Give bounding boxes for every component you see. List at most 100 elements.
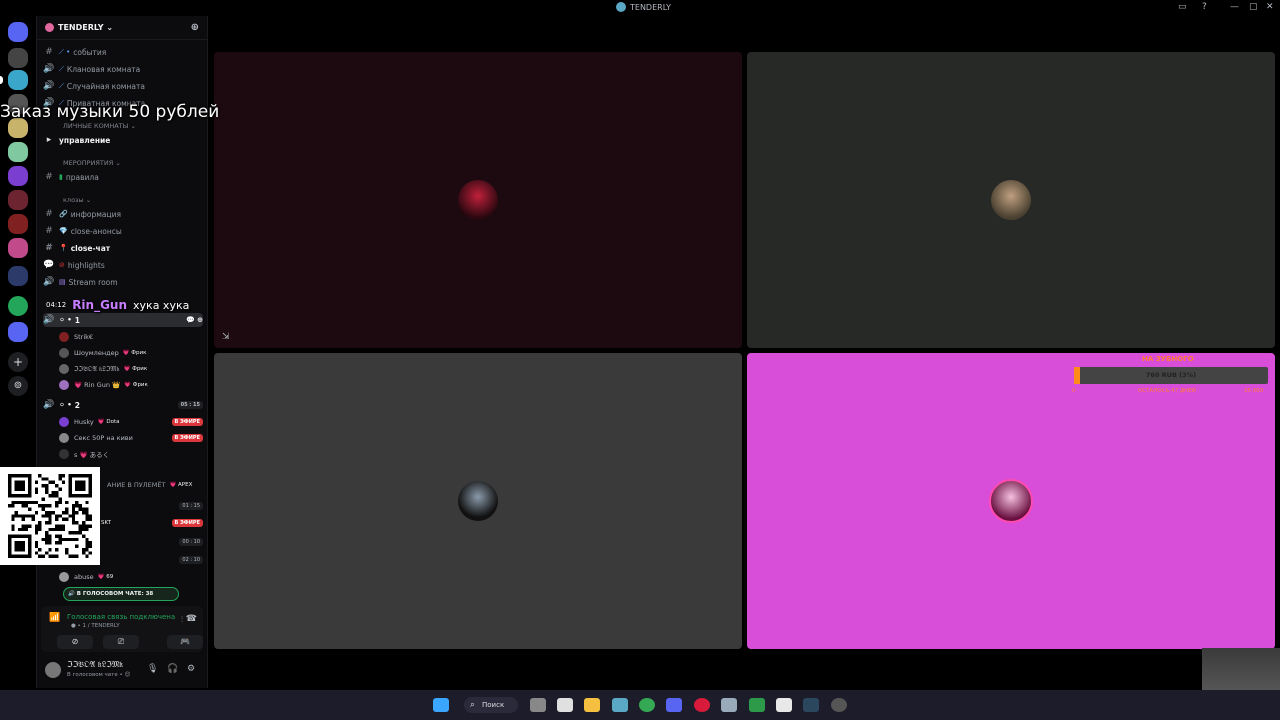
task-view-icon[interactable] (530, 698, 546, 712)
server-icon[interactable] (8, 48, 28, 68)
donation-remaining: ОСТАЛОСЬ 47 ДНЕЙ (1138, 388, 1196, 394)
channel-close-announcements[interactable]: # 💎 close-анонсы (43, 224, 203, 238)
close-button[interactable]: ✕ (1266, 2, 1274, 12)
voice-member[interactable]: 💗 Rin Gun 👑 💗 Фрик (59, 378, 203, 392)
hash-icon: # (45, 226, 53, 236)
speaker-icon: 🔊 (43, 81, 55, 91)
voice-channel-2[interactable]: 🔊 ⚪ • 2 05 : 15 (43, 398, 203, 412)
channel-highlights[interactable]: 💬 ⊘ highlights (43, 258, 203, 272)
file-explorer-icon[interactable] (584, 698, 600, 712)
voice-channel-3[interactable]: АНИЕ В ПУЛЕМЁТ 💗 APEX (107, 478, 203, 492)
channel-info[interactable]: # 🔗 информация (43, 207, 203, 221)
maximize-button[interactable]: ▢ (1249, 2, 1258, 12)
server-header[interactable]: TENDERLY ⌄ ⊕ (37, 16, 207, 40)
channel-label: Случайная комната (66, 81, 145, 91)
help-icon[interactable]: ? (1202, 2, 1207, 12)
voice-status[interactable]: Голосовая связь подключена (67, 613, 175, 621)
voice-member[interactable]: Strik€ (59, 330, 203, 344)
noise-suppression-icon[interactable]: ⫶ (181, 615, 183, 625)
video-tile[interactable] (214, 353, 742, 649)
server-icon[interactable] (8, 322, 28, 342)
server-icon[interactable] (8, 238, 28, 258)
server-icon[interactable] (8, 214, 28, 234)
server-icon[interactable] (8, 266, 28, 286)
in-voice-chat-pill[interactable]: 🔊 В ГОЛОСОВОМ ЧАТЕ: 38 (63, 587, 179, 601)
channel-stream-room[interactable]: 🔊 ▤ Stream room (43, 275, 203, 289)
channel-manage[interactable]: ▸ управление (43, 133, 203, 147)
video-tile[interactable]: ⇲ (214, 52, 742, 348)
taskbar: ⌕ Поиск (0, 690, 1280, 720)
tenderly-app-icon[interactable] (612, 698, 628, 712)
channel-clan-room[interactable]: 🔊 ⟋ Клановая комната (43, 62, 203, 76)
in-voice-chat-label: 🔊 В ГОЛОСОВОМ ЧАТЕ: 38 (68, 591, 154, 597)
direct-messages-icon[interactable] (8, 22, 28, 42)
add-server-icon[interactable]: + (8, 352, 28, 372)
channel-label: 1 (74, 315, 80, 325)
pin-icon[interactable]: ⇲ (222, 332, 230, 342)
voice-member[interactable]: s 💗 あるく (59, 447, 203, 461)
discord-icon[interactable] (666, 698, 682, 712)
speaker-icon: 🔊 (43, 64, 55, 74)
channel-close-chat[interactable]: # 📍 close-чат (43, 241, 203, 255)
avatar[interactable] (45, 662, 61, 678)
camera-off-button[interactable]: ⊘ (57, 635, 93, 649)
voice-member[interactable]: ℑℑ𝔅𝔒𝔄 𝔨𝔏ℑ𝔐𝔨 💗 Фрик (59, 362, 203, 376)
avatar (59, 364, 69, 374)
avatar (991, 180, 1031, 220)
obs-icon[interactable] (831, 698, 847, 712)
voice-channel-1[interactable]: 🔊 ⚪ • 1 💬 ⊕ (43, 313, 203, 327)
screen-share-button[interactable]: ⎚ (103, 635, 139, 649)
video-tile[interactable] (747, 353, 1275, 649)
member-name: abuse (74, 573, 94, 581)
server-name: TENDERLY ⌄ (58, 23, 114, 32)
channel-events[interactable]: # ⟋ • события (43, 45, 203, 59)
microphone-icon[interactable]: 🎙 (147, 664, 158, 674)
channel-rules[interactable]: # ▮ правила (43, 170, 203, 184)
voice-location[interactable]: ● • 1 / TENDERLY (71, 623, 120, 629)
chat-icon[interactable]: 💬 ⊕ (186, 316, 203, 324)
explore-icon[interactable]: ⊚ (8, 376, 28, 396)
inbox-icon[interactable]: ▭ (1178, 2, 1187, 12)
category-close[interactable]: клозы ⌄ (63, 193, 203, 207)
category-events[interactable]: МЕРОПРИЯТИЯ ⌄ (63, 156, 203, 170)
app-icon[interactable] (749, 698, 765, 712)
server-icon[interactable] (8, 166, 28, 186)
server-icon[interactable] (8, 70, 28, 90)
member-name: 💗 Rin Gun 👑 (74, 381, 121, 389)
server-icon[interactable] (8, 142, 28, 162)
invite-icon[interactable]: ⊕ (191, 22, 199, 33)
avatar (59, 332, 69, 342)
channel-emoji-icon: ▮ (59, 173, 63, 181)
disconnect-icon[interactable]: ☎ (186, 614, 197, 624)
channel-label: правила (65, 172, 99, 182)
activity-button[interactable]: 🎮 (167, 635, 203, 649)
voice-member[interactable]: Секс 50Р на киви В ЭФИРЕ (59, 431, 203, 445)
channel-emoji-icon: ⟋ • (59, 47, 71, 56)
headphones-icon[interactable]: 🎧 (167, 664, 178, 674)
opera-icon[interactable] (694, 698, 710, 712)
video-tile[interactable] (747, 52, 1275, 348)
user-name[interactable]: ℑℑ𝔅𝔒𝔄 𝔨𝔏ℑ𝔐𝔨 (67, 660, 123, 670)
voice-member[interactable]: abuse 💗 69 (59, 570, 203, 584)
xbox-icon[interactable] (8, 296, 28, 316)
store-icon[interactable] (557, 698, 573, 712)
taskbar-search[interactable]: ⌕ Поиск (464, 697, 518, 713)
member-name: Strik€ (74, 333, 94, 341)
channel-random-room[interactable]: 🔊 ⟋ Случайная комната (43, 79, 203, 93)
start-icon[interactable] (433, 698, 449, 712)
voice-member[interactable]: Husky 💗 Dota В ЭФИРЕ (59, 415, 203, 429)
category-label: ЛИЧНЫЕ КОМНАТЫ ⌄ (63, 122, 136, 130)
server-icon[interactable] (8, 190, 28, 210)
yandex-icon[interactable] (776, 698, 792, 712)
app-icon[interactable] (721, 698, 737, 712)
steam-icon[interactable] (803, 698, 819, 712)
white-circle-icon: ⚪ • (59, 401, 72, 409)
voice-member[interactable]: Шоумлендер 💗 Фрик (59, 346, 203, 360)
voice-member[interactable]: SKT В ЭФИРЕ (101, 516, 203, 530)
channel-emoji-icon: ▤ (59, 278, 66, 286)
chat-message: хука хука (133, 298, 190, 312)
minimize-button[interactable]: — (1230, 2, 1239, 12)
gear-icon[interactable]: ⚙ (187, 664, 195, 674)
chrome-icon[interactable] (639, 698, 655, 712)
member-name: Шоумлендер (74, 349, 119, 357)
